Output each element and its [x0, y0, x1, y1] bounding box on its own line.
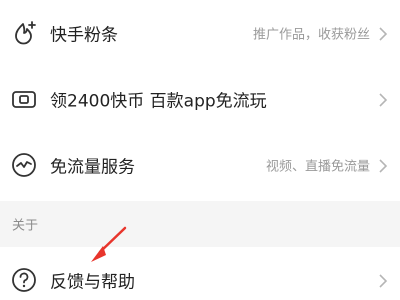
section-title: 关于 — [12, 218, 39, 234]
settings-menu-screen: 快手粉条 推广作品，收获粉丝 领2400快币 百款app免流玩 免流量服务 视频… — [0, 0, 400, 300]
menu-item-label: 领2400快币 百款app免流玩 — [50, 91, 267, 112]
chevron-right-icon — [378, 273, 388, 288]
chevron-right-icon — [378, 92, 388, 107]
menu-item-hint: 推广作品，收获粉丝 — [252, 27, 370, 43]
menu-item-label: 免流量服务 — [50, 157, 135, 178]
about-section-header: 关于 — [0, 201, 400, 247]
menu-item-label: 反馈与帮助 — [50, 272, 135, 293]
chevron-right-icon — [378, 158, 388, 173]
menu-item-fentiao[interactable]: 快手粉条 推广作品，收获粉丝 — [0, 0, 400, 66]
chevron-right-icon — [378, 26, 388, 41]
menu-item-hint: 视频、直播免流量 — [265, 159, 370, 175]
help-circle-icon — [10, 266, 38, 294]
menu-item-free-data[interactable]: 免流量服务 视频、直播免流量 — [0, 132, 400, 198]
menu-item-feedback-help[interactable]: 反馈与帮助 — [0, 247, 400, 300]
ticket-icon — [10, 85, 38, 113]
pulse-circle-icon — [10, 151, 38, 179]
flame-plus-icon — [10, 19, 38, 47]
menu-item-kuaibi-reward[interactable]: 领2400快币 百款app免流玩 — [0, 66, 400, 132]
menu-item-label: 快手粉条 — [50, 25, 118, 46]
